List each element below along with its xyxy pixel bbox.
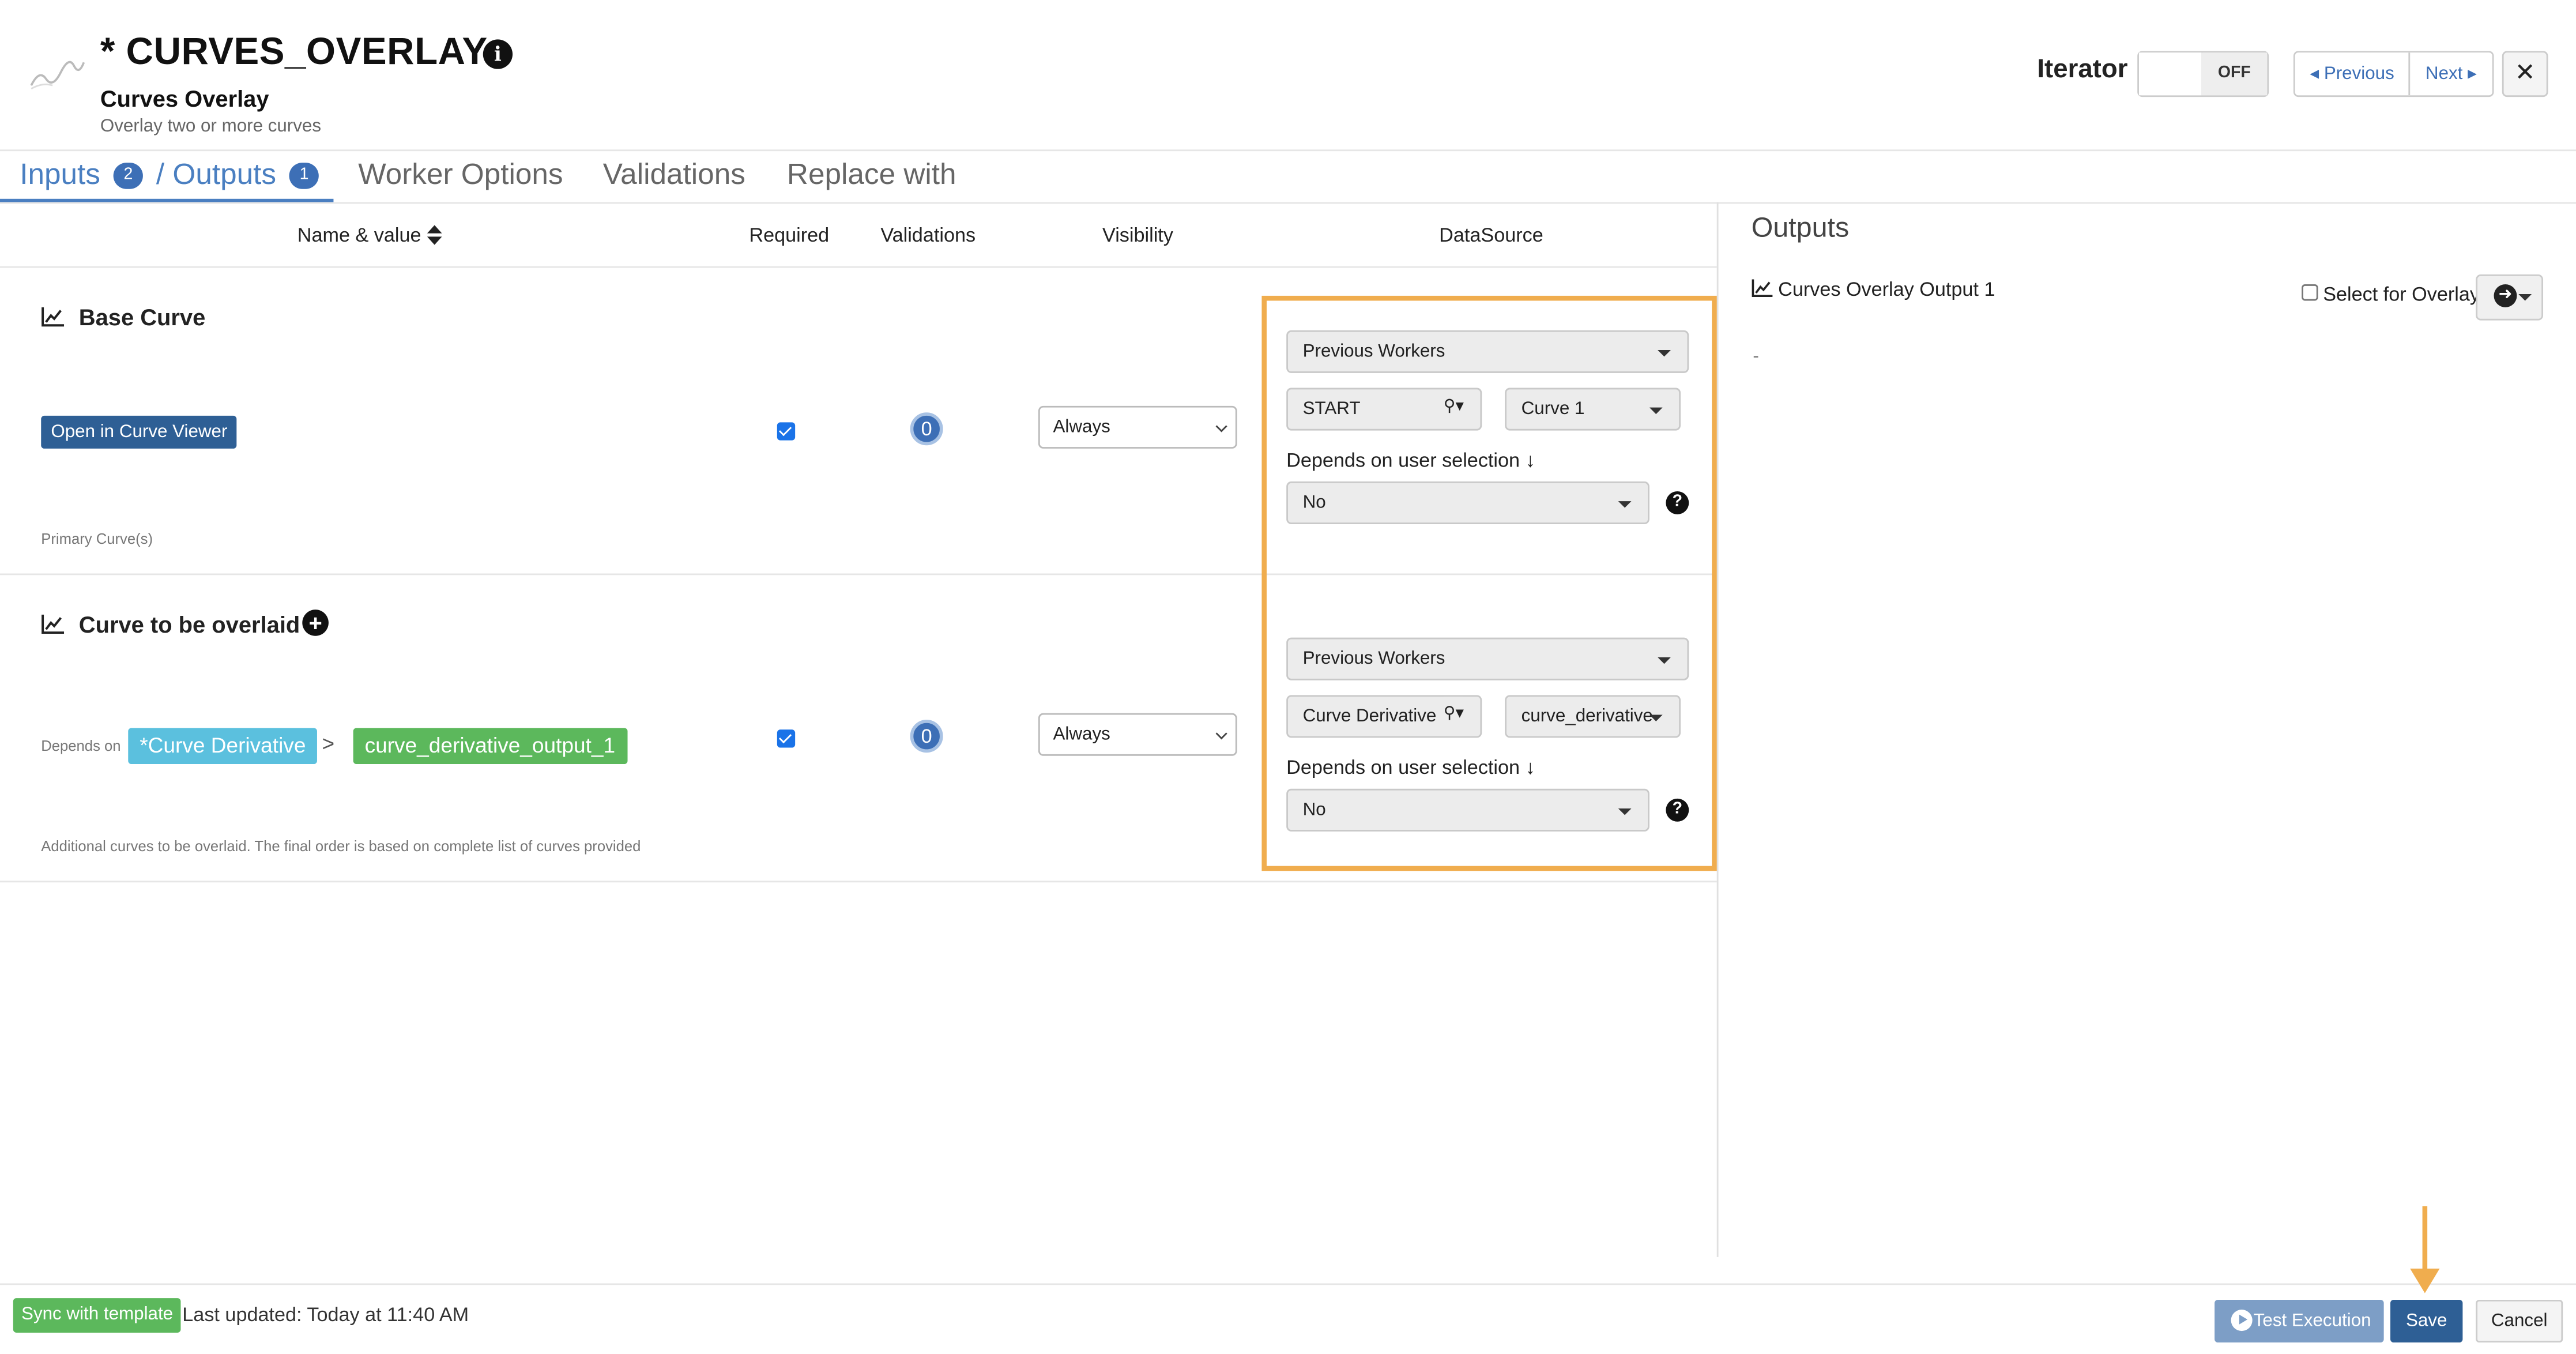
last-updated-text: Last updated: Today at 11:40 AM [182,1303,469,1326]
test-execution-button[interactable]: Test Execution [2215,1299,2384,1343]
datasource-highlight [1261,295,1717,871]
row-title: Curve to be overlaid [78,611,300,638]
sort-icon [427,225,442,245]
depends-output-tag[interactable]: curve_derivative_output_1 [353,728,627,765]
column-required: Required [749,223,830,247]
chevron-down-icon [1215,728,1227,740]
visibility-select[interactable]: Always [1038,713,1237,756]
worker-description: Overlay two or more curves [100,116,322,137]
required-checkbox[interactable] [777,729,796,748]
outputs-title: Outputs [1751,212,1850,243]
worker-logo-icon [30,61,85,90]
panel-divider [1716,202,1719,1257]
depends-worker-tag[interactable]: *Curve Derivative [128,728,318,765]
required-checkbox[interactable] [777,422,796,441]
arrow-circle-icon: ➜ [2494,284,2517,307]
visibility-select[interactable]: Always [1038,405,1237,449]
toggle-state: OFF [2201,52,2268,96]
sync-with-template-button[interactable]: Sync with template [13,1298,182,1333]
info-icon[interactable]: i [483,39,513,69]
inputs-count-badge: 2 [113,163,144,190]
cancel-button[interactable]: Cancel [2476,1299,2563,1343]
close-button[interactable]: ✕ [2502,51,2548,97]
page-title: * CURVES_OVERLAY [100,29,488,73]
iterator-toggle[interactable]: OFF [2137,51,2269,97]
chevron-right-icon: > [322,731,335,756]
output-item: Curves Overlay Output 1 [1752,278,1995,300]
row-divider [0,881,1717,883]
validations-count-badge[interactable]: 0 [910,412,943,446]
tabs-divider [0,202,2576,204]
column-name-value[interactable]: Name & value [297,224,442,246]
tab-worker-options[interactable]: Worker Options [358,158,563,193]
tab-validations[interactable]: Validations [603,158,745,193]
tab-inputs-outputs[interactable]: Inputs 2 / Outputs 1 [20,158,324,193]
save-button[interactable]: Save [2390,1299,2463,1343]
line-chart-icon [42,614,65,634]
row-hint: Primary Curve(s) [41,531,153,547]
row-title: Base Curve [78,304,206,330]
footer-divider [0,1283,2576,1285]
chevron-down-icon [1215,420,1227,432]
iterator-label: Iterator [2037,55,2128,84]
depends-on-label: Depends on [41,738,121,754]
caret-left-icon: ◂ [2310,64,2324,84]
select-for-overlay-label: Select for Overlay [2323,283,2480,306]
validations-count-badge[interactable]: 0 [910,720,943,753]
open-curve-viewer-button[interactable]: Open in Curve Viewer [41,415,238,449]
next-button[interactable]: Next ▸ [2409,52,2492,96]
previous-button[interactable]: ◂ Previous [2295,52,2409,96]
column-visibility: Visibility [1102,223,1173,247]
pager: ◂ Previous Next ▸ [2293,51,2494,97]
worker-name: Curves Overlay [100,85,269,112]
row-hint: Additional curves to be overlaid. The fi… [41,838,641,855]
table-header-divider [0,266,1717,268]
line-chart-icon [42,307,65,327]
output-actions-button[interactable]: ➜ [2476,274,2544,321]
caret-down-icon [2518,294,2532,301]
toggle-knob [2139,52,2204,96]
tab-replace-with[interactable]: Replace with [787,158,956,193]
play-icon [2231,1310,2253,1332]
outputs-count-badge: 1 [289,163,319,190]
select-for-overlay-checkbox[interactable] [2302,284,2318,301]
add-curve-icon[interactable]: + [302,610,329,636]
column-datasource: DataSource [1439,223,1543,247]
line-chart-icon [1752,279,1773,297]
output-empty-value: - [1753,347,1759,367]
column-validations: Validations [880,223,976,247]
header-divider [0,149,2576,152]
arrow-down-icon [2410,1206,2440,1293]
caret-right-icon: ▸ [2462,64,2477,84]
